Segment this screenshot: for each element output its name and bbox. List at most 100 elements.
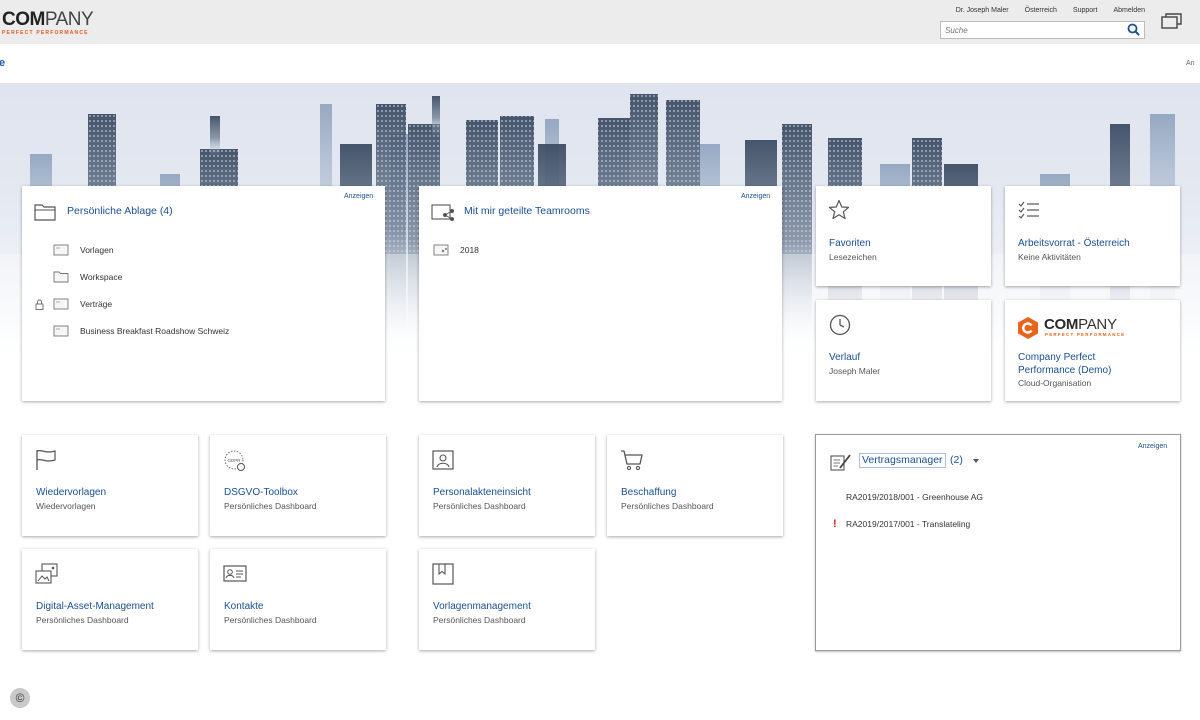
gdpr-icon: GDPR <box>223 449 247 476</box>
tile-subtitle: Persönliches Dashboard <box>433 501 526 511</box>
tile-dsgvo-toolbox[interactable]: GDPR DSGVO-Toolbox Persönliches Dashboar… <box>210 435 386 536</box>
logo-text-bold: COM <box>2 9 45 30</box>
search-icon[interactable] <box>1127 23 1140 39</box>
contract-edit-icon <box>830 453 852 474</box>
support-link[interactable]: Support <box>1073 7 1098 14</box>
search-box <box>940 21 1145 39</box>
tile-title: Beschaffung <box>621 487 677 498</box>
tile-beschaffung[interactable]: Beschaffung Persönliches Dashboard <box>607 435 783 536</box>
tile-wiedervorlagen[interactable]: Wiedervorlagen Wiedervorlagen <box>22 435 198 536</box>
list-item-label: Business Breakfast Roadshow Schweiz <box>80 326 230 336</box>
shared-teamrooms-show-link[interactable]: Anzeigen <box>741 193 770 200</box>
tile-title: DSGVO-Toolbox <box>224 487 298 498</box>
contract-label: RA2019/2018/001 - Greenhouse AG <box>846 492 984 502</box>
user-name-link[interactable]: Dr. Joseph Maler <box>956 7 1009 14</box>
country-link[interactable]: Österreich <box>1025 7 1057 14</box>
shared-room-icon <box>432 243 450 257</box>
list-item[interactable]: Business Breakfast Roadshow Schweiz <box>52 324 229 338</box>
personal-storage-show-link[interactable]: Anzeigen <box>344 193 373 200</box>
tile-title: Digital-Asset-Management <box>36 601 154 612</box>
contract-manager-card: Anzeigen Vertragsmanager (2) RA2019/2018… <box>815 434 1181 651</box>
company-hexagon-logo-icon <box>1017 316 1039 343</box>
tile-kontakte[interactable]: Kontakte Persönliches Dashboard <box>210 549 386 650</box>
tile-title: Personalakteneinsicht <box>433 487 531 498</box>
tile-subtitle: Persönliches Dashboard <box>621 501 714 511</box>
tile-title: Kontakte <box>224 601 264 612</box>
history-card[interactable]: Verlauf Joseph Maler <box>816 300 991 401</box>
list-item-label: Vorlagen <box>80 245 114 255</box>
personal-storage-title[interactable]: Persönliche Ablage (4) <box>67 205 173 217</box>
logout-link[interactable]: Abmelden <box>1113 7 1145 14</box>
view-option-fragment[interactable]: An <box>1186 60 1195 67</box>
copyright-badge: © <box>10 688 30 708</box>
organisation-logo-rest: PANY <box>1078 316 1117 333</box>
tile-subtitle: Persönliches Dashboard <box>36 615 129 625</box>
folder-doc-icon <box>52 297 70 311</box>
contract-manager-count: (2) <box>950 454 963 466</box>
flag-icon <box>35 449 57 474</box>
list-item[interactable]: Verträge <box>52 297 112 311</box>
history-title: Verlauf <box>829 352 861 363</box>
list-item[interactable]: RA2019/2018/001 - Greenhouse AG <box>846 492 983 502</box>
breadcrumb-fragment[interactable]: e <box>0 57 5 69</box>
checklist-icon <box>1018 201 1040 222</box>
chevron-down-icon[interactable] <box>972 456 980 467</box>
organisation-title-line2: Performance (Demo) <box>1018 365 1112 376</box>
shared-teamrooms-card: Mit mir geteilte Teamrooms Anzeigen 2018 <box>419 186 782 401</box>
organisation-card[interactable]: COMPANY PERFECT PERFORMANCE Company Perf… <box>1005 300 1180 401</box>
list-item[interactable]: Workspace <box>52 270 122 284</box>
tile-vorlagenmanagement[interactable]: Vorlagenmanagement Persönliches Dashboar… <box>419 549 595 650</box>
organisation-subtitle: Cloud-Organisation <box>1018 378 1092 388</box>
cart-icon <box>620 449 644 474</box>
organisation-logo-text: COMPANY <box>1044 316 1117 333</box>
clock-icon <box>829 314 851 339</box>
tile-subtitle: Persönliches Dashboard <box>433 615 526 625</box>
lock-icon <box>35 299 44 313</box>
tile-digital-asset-management[interactable]: Digital-Asset-Management Persönliches Da… <box>22 549 198 650</box>
contract-label: RA2019/2017/001 - Translateling <box>846 519 971 529</box>
folder-icon <box>34 203 56 224</box>
warning-marker-icon: ! <box>833 518 837 530</box>
organisation-logo-tagline: PERFECT PERFORMANCE <box>1045 332 1126 337</box>
logo-text-rest: PANY <box>44 9 94 30</box>
favorites-subtitle: Lesezeichen <box>829 252 877 262</box>
work-queue-card[interactable]: Arbeitsvorrat - Österreich Keine Aktivit… <box>1005 186 1180 286</box>
folder-doc-icon <box>52 243 70 257</box>
list-item[interactable]: 2018 <box>432 243 479 257</box>
work-queue-title: Arbeitsvorrat - Österreich <box>1018 238 1130 249</box>
top-bar: COMPANY PERFECT PERFORMANCE Dr. Joseph M… <box>0 0 1200 44</box>
images-icon <box>35 563 59 588</box>
contract-manager-title: Vertragsmanager <box>862 454 943 466</box>
window-switch-icon[interactable] <box>1161 12 1183 33</box>
contract-manager-show-link[interactable]: Anzeigen <box>1138 443 1167 450</box>
contact-card-icon <box>223 563 247 586</box>
company-logo[interactable]: COMPANY PERFECT PERFORMANCE <box>2 9 94 36</box>
folder-icon <box>52 270 70 284</box>
template-book-icon <box>432 563 454 588</box>
shared-teamrooms-title[interactable]: Mit mir geteilte Teamrooms <box>464 205 590 217</box>
svg-text:GDPR: GDPR <box>227 458 241 463</box>
shared-room-icon <box>431 204 455 225</box>
star-icon <box>828 199 850 224</box>
copyright-symbol: © <box>15 691 25 705</box>
sub-navigation-bar: e An <box>0 44 1200 84</box>
favorites-card[interactable]: Favoriten Lesezeichen <box>816 186 991 286</box>
list-item[interactable]: Vorlagen <box>52 243 114 257</box>
tile-subtitle: Wiedervorlagen <box>36 501 96 511</box>
tile-personalakteneinsicht[interactable]: Personalakteneinsicht Persönliches Dashb… <box>419 435 595 536</box>
organisation-logo-bold: COM <box>1044 316 1079 333</box>
folder-doc-icon <box>52 324 70 338</box>
list-item-label: Verträge <box>80 299 113 309</box>
list-item[interactable]: RA2019/2017/001 - Translateling <box>846 519 970 529</box>
list-item-label: Workspace <box>80 272 123 282</box>
personal-storage-card: Persönliche Ablage (4) Anzeigen Vorlagen… <box>22 186 385 401</box>
tile-subtitle: Persönliches Dashboard <box>224 615 317 625</box>
organisation-title-line1: Company Perfect <box>1018 352 1096 363</box>
history-subtitle: Joseph Maler <box>829 366 881 376</box>
logo-tagline: PERFECT PERFORMANCE <box>2 30 89 36</box>
person-file-icon <box>432 449 454 474</box>
contract-manager-title-box[interactable]: Vertragsmanager <box>859 453 946 468</box>
list-item-label: 2018 <box>460 245 479 255</box>
search-input[interactable] <box>941 22 1121 38</box>
tile-title: Vorlagenmanagement <box>433 601 531 612</box>
